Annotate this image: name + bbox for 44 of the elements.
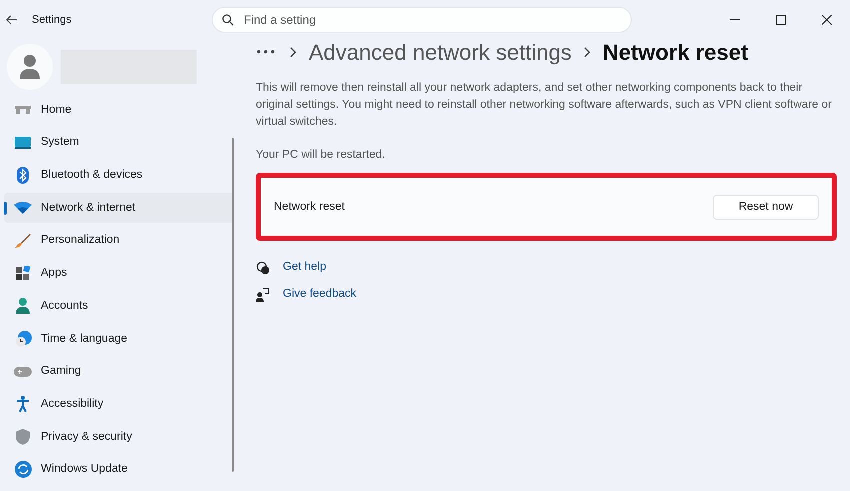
help-link[interactable]: Get help (283, 259, 326, 276)
home-icon (15, 106, 31, 114)
back-icon[interactable] (6, 14, 18, 26)
description-text: This will remove then reinstall all your network adapters, and set other networking components back to their original settings. You might need to reinstall other networking software afterwards, such as VPN client software or virtual switches. (256, 81, 833, 130)
search-field[interactable]: Find a setting (212, 7, 632, 33)
chevron-icon (290, 46, 297, 58)
wifi-icon (14, 202, 32, 214)
search-icon (222, 14, 234, 26)
shield-icon (16, 429, 30, 446)
brush-icon (15, 233, 31, 250)
page-title: Network reset (602, 38, 748, 66)
sidebar-item[interactable]: Home (4, 95, 234, 126)
sidebar-item[interactable]: System (4, 128, 234, 158)
monitor-icon (15, 137, 31, 150)
sidebar-item[interactable]: Accessibility (4, 390, 234, 420)
accessibility-icon (16, 396, 30, 414)
feedback-icon (256, 288, 270, 302)
reset-now-button[interactable]: Reset now (713, 194, 819, 220)
breadcrumb-link[interactable]: Advanced network settings (309, 36, 572, 68)
gamepad-icon (14, 366, 32, 377)
sidebar-item[interactable]: Network & internet (4, 193, 234, 224)
globe-clock-icon (14, 330, 32, 348)
sidebar-item[interactable]: Accounts (4, 291, 234, 322)
sidebar-item[interactable]: Gaming (4, 356, 234, 387)
avatar (7, 44, 53, 90)
sidebar-item[interactable]: Personalization (4, 226, 234, 256)
close-icon (822, 15, 832, 25)
selection-indicator (4, 202, 7, 216)
sidebar-item[interactable]: Windows Update (4, 454, 234, 485)
apps-icon (16, 266, 30, 282)
sidebar-item[interactable]: Privacy & security (4, 422, 234, 452)
update-icon (14, 461, 32, 478)
person-icon (16, 298, 30, 314)
minimize-icon (730, 19, 740, 21)
bluetooth-icon (17, 167, 29, 184)
maximize-icon (776, 15, 786, 25)
sidebar-item[interactable]: Apps (4, 258, 234, 289)
sidebar-item[interactable]: Time & language (4, 324, 234, 354)
help-link[interactable]: Give feedback (283, 286, 357, 304)
card-label: Network reset (274, 200, 345, 215)
restart-note: Your PC will be restarted. (256, 148, 386, 163)
chevron-icon (584, 46, 591, 58)
sidebar-item[interactable]: Bluetooth & devices (4, 160, 234, 191)
window-title: Settings (32, 12, 72, 28)
